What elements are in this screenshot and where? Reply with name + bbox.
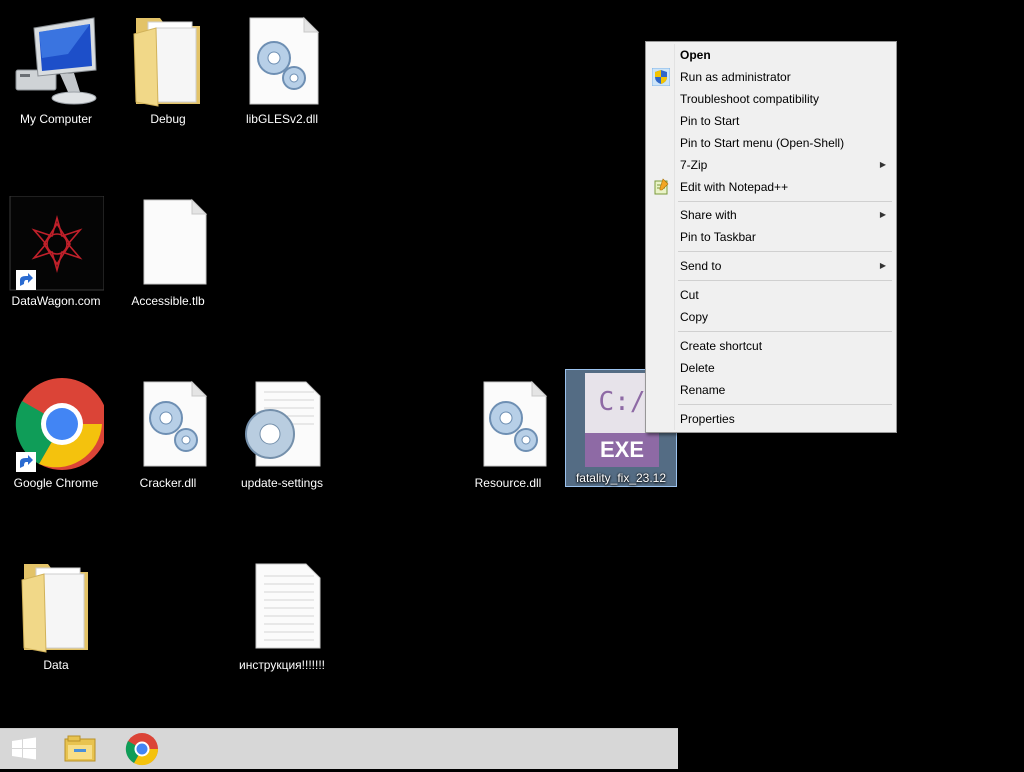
- desktop-icon-instruction-txt[interactable]: инструкция!!!!!!!: [227, 554, 337, 682]
- menu-separator: [678, 331, 892, 332]
- desktop-icon-google-chrome[interactable]: Google Chrome: [1, 372, 111, 500]
- icon-label: My Computer: [19, 112, 93, 126]
- menu-item-label: Delete: [680, 361, 715, 375]
- icon-label: update-settings: [240, 476, 324, 490]
- desktop-icon-accessible-tlb[interactable]: Accessible.tlb: [113, 190, 223, 318]
- menu-item-rename[interactable]: Rename: [648, 379, 894, 401]
- menu-item-pin-to-start[interactable]: Pin to Start: [648, 110, 894, 132]
- menu-item-label: Share with: [680, 208, 737, 222]
- submenu-arrow-icon: ▶: [879, 210, 886, 219]
- menu-item-label: Run as administrator: [680, 70, 791, 84]
- icon-label: fatality_fix_23.12: [575, 471, 667, 485]
- chrome-icon: [125, 733, 159, 766]
- uac-shield-icon: [652, 68, 670, 86]
- taskbar: [0, 728, 678, 769]
- menu-item-label: Troubleshoot compatibility: [680, 92, 819, 106]
- submenu-arrow-icon: ▶: [879, 261, 886, 270]
- desktop-icon-update-settings[interactable]: update-settings: [227, 372, 337, 500]
- menu-item-create-shortcut[interactable]: Create shortcut: [648, 335, 894, 357]
- menu-item-copy[interactable]: Copy: [648, 306, 894, 328]
- icon-label: DataWagon.com: [11, 294, 101, 308]
- icon-label: Resource.dll: [474, 476, 542, 490]
- file-explorer-button[interactable]: [60, 731, 100, 767]
- context-menu: Open Run as administrator Troubleshoot c…: [645, 41, 897, 433]
- menu-item-label: Pin to Taskbar: [680, 230, 756, 244]
- menu-separator: [678, 201, 892, 202]
- folder-icon: [133, 18, 200, 107]
- menu-item-label: Open: [680, 48, 711, 62]
- menu-separator: [678, 404, 892, 405]
- submenu-arrow-icon: ▶: [879, 160, 886, 169]
- dll-file-icon: [249, 16, 320, 105]
- exe-icon-badge: EXE: [585, 433, 659, 467]
- folder-icon: [21, 564, 88, 653]
- chrome-icon: [15, 378, 104, 472]
- desktop-icon-resource-dll[interactable]: Resource.dll: [453, 372, 563, 500]
- menu-item-label: Send to: [680, 259, 722, 273]
- menu-item-troubleshoot-compatibility[interactable]: Troubleshoot compatibility: [648, 88, 894, 110]
- windows-start-icon: [12, 737, 36, 760]
- desktop-icon-debug-folder[interactable]: Debug: [113, 8, 223, 136]
- menu-item-label: Pin to Start menu (Open-Shell): [680, 136, 845, 150]
- menu-item-cut[interactable]: Cut: [648, 284, 894, 306]
- computer-icon: [15, 17, 97, 105]
- menu-item-properties[interactable]: Properties: [648, 408, 894, 430]
- desktop-icon-cracker-dll[interactable]: Cracker.dll: [113, 372, 223, 500]
- icon-label: Accessible.tlb: [131, 294, 205, 308]
- blank-file-icon: [143, 198, 208, 285]
- icon-label: libGLESv2.dll: [245, 112, 319, 126]
- icon-label: Debug: [150, 112, 186, 126]
- menu-item-7zip[interactable]: 7-Zip ▶: [648, 154, 894, 176]
- desktop-icon-libglesv2-dll[interactable]: libGLESv2.dll: [227, 8, 337, 136]
- desktop-icon-my-computer[interactable]: My Computer: [1, 8, 111, 136]
- menu-item-label: Cut: [680, 288, 699, 302]
- text-file-icon: [255, 563, 321, 649]
- menu-item-pin-to-taskbar[interactable]: Pin to Taskbar: [648, 226, 894, 248]
- dll-file-icon: [483, 380, 548, 467]
- menu-item-run-as-administrator[interactable]: Run as administrator: [648, 66, 894, 88]
- menu-item-label: Copy: [680, 310, 709, 324]
- datawagon-logo-icon: [9, 196, 104, 291]
- menu-item-delete[interactable]: Delete: [648, 357, 894, 379]
- menu-item-edit-with-notepadpp[interactable]: Edit with Notepad++: [648, 176, 894, 198]
- icon-label: Data: [43, 658, 69, 672]
- menu-item-send-to[interactable]: Send to ▶: [648, 255, 894, 277]
- icon-label: Google Chrome: [13, 476, 99, 490]
- menu-separator: [678, 280, 892, 281]
- menu-item-label: Create shortcut: [680, 339, 763, 353]
- desktop-icon-data-folder[interactable]: Data: [1, 554, 111, 682]
- chrome-taskbar-button[interactable]: [122, 731, 162, 767]
- notepadpp-icon: [654, 178, 669, 195]
- menu-item-label: Edit with Notepad++: [680, 180, 789, 194]
- menu-item-label: Rename: [680, 383, 726, 397]
- file-explorer-icon: [64, 735, 96, 762]
- menu-item-open[interactable]: Open: [648, 44, 894, 66]
- config-file-icon: [245, 381, 321, 467]
- start-button[interactable]: [4, 731, 44, 767]
- menu-separator: [678, 251, 892, 252]
- dll-file-icon: [143, 380, 208, 467]
- menu-item-share-with[interactable]: Share with ▶: [648, 204, 894, 226]
- icon-label: Cracker.dll: [139, 476, 197, 490]
- menu-item-pin-to-start-menu-open-shell[interactable]: Pin to Start menu (Open-Shell): [648, 132, 894, 154]
- desktop-icon-datawagon[interactable]: DataWagon.com: [1, 190, 111, 318]
- icon-label: инструкция!!!!!!!: [238, 658, 326, 672]
- menu-item-label: Properties: [680, 412, 735, 426]
- menu-item-label: 7-Zip: [680, 158, 708, 172]
- menu-item-label: Pin to Start: [680, 114, 740, 128]
